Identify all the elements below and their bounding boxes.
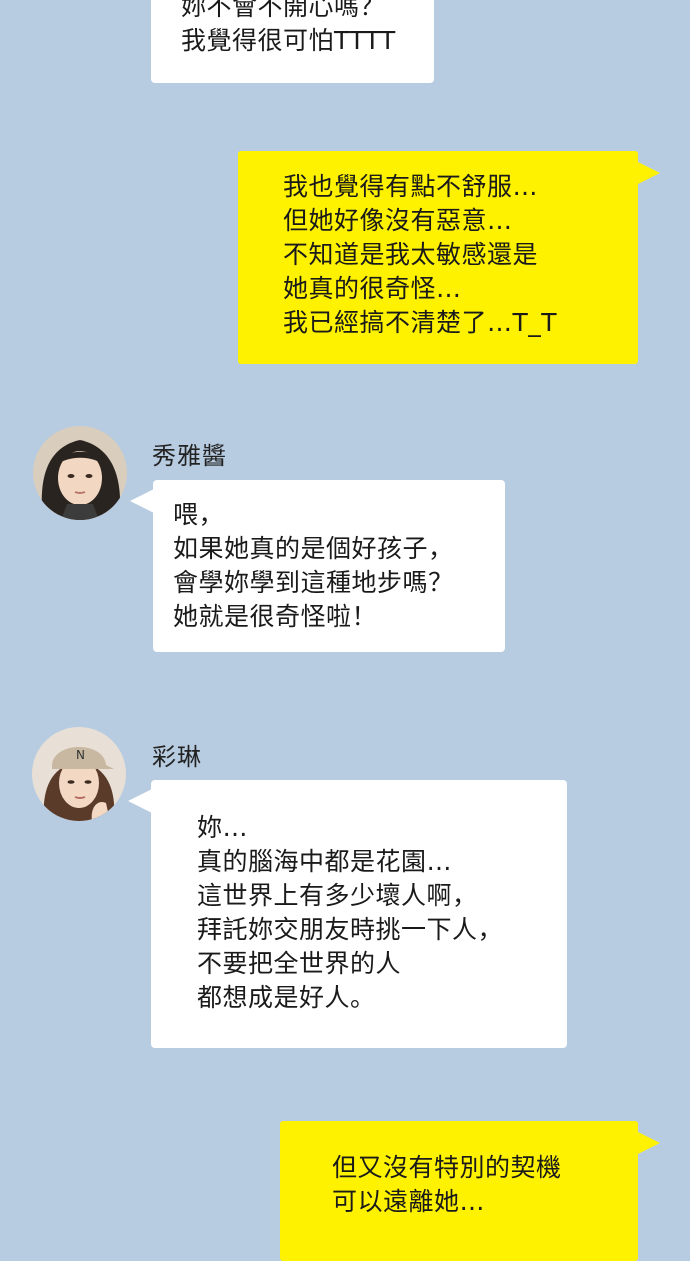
message-text-line: 我也覺得有點不舒服… bbox=[283, 172, 539, 201]
message-text-line: 喂， bbox=[173, 500, 225, 529]
svg-text:N: N bbox=[76, 748, 85, 762]
message-text-line: 拜託妳交朋友時挑一下人， bbox=[197, 915, 504, 944]
sender-avatar[interactable] bbox=[33, 426, 127, 520]
message-text-line: 妳… bbox=[197, 813, 249, 842]
message-text-line: 但又沒有特別的契機 bbox=[332, 1153, 562, 1182]
message-text-line: 會學妳學到這種地步嗎？ bbox=[173, 568, 454, 597]
bubble-tail bbox=[634, 160, 660, 186]
message-text-line: 不知道是我太敏感還是 bbox=[283, 240, 539, 269]
sender-name: 秀雅醬 bbox=[152, 442, 227, 470]
message-text-line: 可以遠離她… bbox=[332, 1187, 486, 1216]
woman-cap-avatar-icon: N bbox=[32, 727, 126, 821]
message-text-line: 她就是很奇怪啦！ bbox=[173, 602, 378, 631]
message-text-line: 但她好像沒有惡意… bbox=[283, 206, 513, 235]
message-text-line: 我覺得很可怕TTTT bbox=[181, 26, 396, 55]
message-text-line: 我已經搞不清楚了…T_T bbox=[283, 308, 558, 337]
outgoing-message-bubble: 但又沒有特別的契機 可以遠離她… bbox=[280, 1121, 638, 1261]
outgoing-message-bubble: 我也覺得有點不舒服… 但她好像沒有惡意… 不知道是我太敏感還是 她真的很奇怪… … bbox=[238, 151, 638, 364]
message-text-line: 真的腦海中都是花園… bbox=[197, 847, 453, 876]
message-text-line: 都想成是好人。 bbox=[197, 983, 376, 1012]
bubble-tail bbox=[634, 1130, 660, 1156]
woman-dark-hair-avatar-icon bbox=[33, 426, 127, 520]
sender-avatar[interactable]: N bbox=[32, 727, 126, 821]
incoming-message-bubble: 妳… 真的腦海中都是花園… 這世界上有多少壞人啊， 拜託妳交朋友時挑一下人， 不… bbox=[151, 780, 567, 1048]
message-text-line: 不要把全世界的人 bbox=[197, 949, 402, 978]
incoming-message-bubble: 喂， 如果她真的是個好孩子， 會學妳學到這種地步嗎？ 她就是很奇怪啦！ bbox=[153, 480, 505, 652]
bubble-tail bbox=[128, 788, 154, 814]
message-text-line: 她真的很奇怪… bbox=[283, 274, 462, 303]
message-text-line: 這世界上有多少壞人啊， bbox=[197, 881, 478, 910]
incoming-message-bubble: 妳不會不開心嗎？ 我覺得很可怕TTTT bbox=[151, 0, 434, 83]
message-text-line: 妳不會不開心嗎？ bbox=[181, 0, 386, 21]
bubble-tail bbox=[130, 488, 156, 514]
message-text-line: 如果她真的是個好孩子， bbox=[173, 534, 454, 563]
sender-name: 彩琳 bbox=[152, 743, 202, 771]
